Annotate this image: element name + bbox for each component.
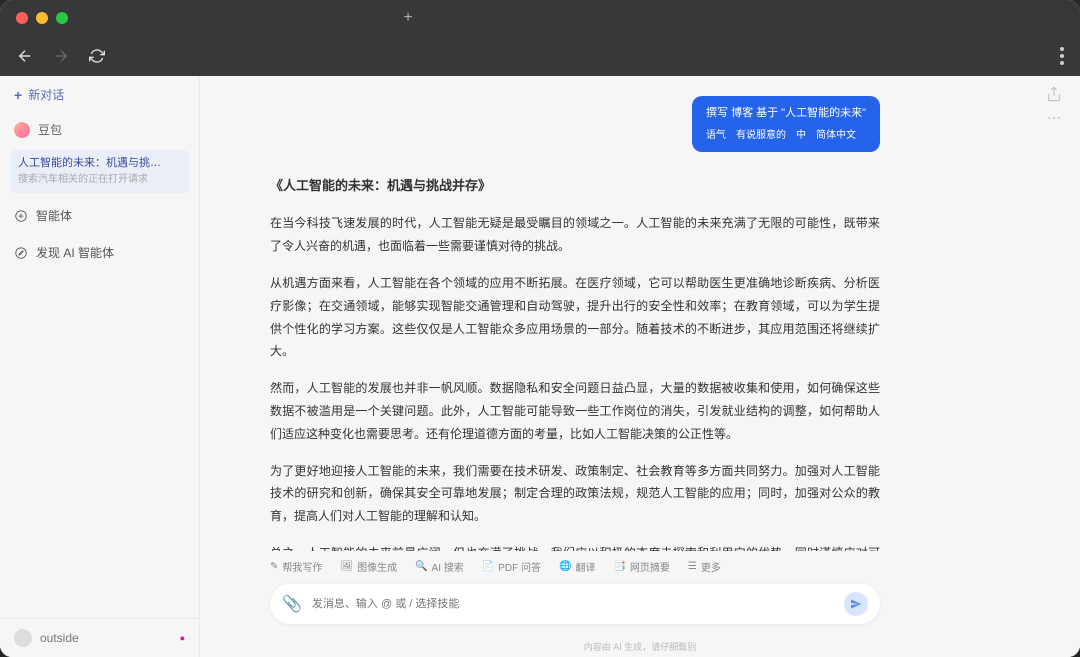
sidebar: +新对话 豆包 人工智能的未来：机遇与挑… 搜索汽车相关的正在打开请求 智能体 … bbox=[0, 76, 200, 657]
um-length: 中 bbox=[796, 127, 806, 144]
sidebar-item-discover[interactable]: 发现 AI 智能体 bbox=[0, 234, 199, 271]
article-para: 总之，人工智能的未来前景广阔，但也充满了挑战。我们应以积极的态度去探索和利用它的… bbox=[270, 542, 880, 551]
more-icon[interactable] bbox=[1046, 110, 1062, 126]
agents-label: 智能体 bbox=[36, 207, 72, 224]
tool-image[interactable]: 🖼 图像生成 bbox=[340, 559, 397, 574]
close-window[interactable] bbox=[16, 12, 28, 24]
sidebar-user[interactable]: outside ● bbox=[0, 618, 199, 657]
app-body: +新对话 豆包 人工智能的未来：机遇与挑… 搜索汽车相关的正在打开请求 智能体 … bbox=[0, 76, 1080, 657]
reload-icon[interactable] bbox=[88, 47, 106, 65]
tool-write[interactable]: ✎ 帮我写作 bbox=[270, 559, 322, 574]
discover-label: 发现 AI 智能体 bbox=[36, 244, 114, 261]
forward-icon[interactable] bbox=[52, 47, 70, 65]
plus-outline-icon bbox=[14, 209, 28, 223]
browser-navbar bbox=[0, 36, 1080, 76]
new-tab-button[interactable]: + bbox=[396, 6, 420, 30]
back-icon[interactable] bbox=[16, 47, 34, 65]
app-window: + + 新对话 豆包 人工智能的未来：机遇与挑… 搜索汽车相关的正在打开请求 智能… bbox=[0, 0, 1080, 657]
chat-content: 撰写 博客 基于 "人工智能的未来" 语气 有说服意的 中 简体中文 《人工智能… bbox=[200, 76, 1080, 551]
group-label: 豆包 bbox=[38, 121, 62, 138]
chat-item-active[interactable]: 人工智能的未来：机遇与挑… 搜索汽车相关的正在打开请求 bbox=[10, 150, 189, 193]
article-para: 从机遇方面来看，人工智能在各个领域的应用不断拓展。在医疗领域，它可以帮助医生更准… bbox=[270, 272, 880, 363]
article-para: 为了更好地迎接人工智能的未来，我们需要在技术研发、政策制定、社会教育等多方面共同… bbox=[270, 460, 880, 528]
top-actions bbox=[1046, 86, 1062, 126]
um-tone-value: 有说服意的 bbox=[736, 127, 786, 144]
tool-search[interactable]: 🔍 AI 搜索 bbox=[415, 559, 464, 574]
um-lang: 简体中文 bbox=[816, 127, 856, 144]
disclaimer: 内容由 AI 生成，请仔细甄别 bbox=[200, 640, 1080, 657]
share-icon[interactable] bbox=[1046, 86, 1062, 102]
message-input[interactable] bbox=[312, 598, 834, 610]
send-button[interactable] bbox=[844, 592, 868, 616]
tool-translate[interactable]: 🌐 翻译 bbox=[559, 559, 595, 574]
article-para: 然而，人工智能的发展也并非一帆风顺。数据隐私和安全问题日益凸显，大量的数据被收集… bbox=[270, 377, 880, 445]
tool-summary[interactable]: 📑 网页摘要 bbox=[613, 559, 669, 574]
article-title: 《人工智能的未来：机遇与挑战并存》 bbox=[270, 174, 880, 199]
sidebar-item-agents[interactable]: 智能体 bbox=[0, 197, 199, 234]
input-area: 📎 bbox=[200, 578, 1080, 640]
chat-title: 人工智能的未来：机遇与挑… bbox=[18, 156, 181, 171]
user-name: outside bbox=[40, 631, 79, 645]
compass-icon bbox=[14, 246, 28, 260]
message-input-box[interactable]: 📎 bbox=[270, 584, 880, 624]
article-para: 在当今科技飞速发展的时代，人工智能无疑是最受瞩目的领域之一。人工智能的未来充满了… bbox=[270, 212, 880, 258]
avatar bbox=[14, 122, 30, 138]
user-message: 撰写 博客 基于 "人工智能的未来" 语气 有说服意的 中 简体中文 bbox=[270, 96, 880, 152]
attach-icon[interactable]: 📎 bbox=[282, 594, 302, 614]
minimize-window[interactable] bbox=[36, 12, 48, 24]
user-avatar bbox=[14, 629, 32, 647]
titlebar: + bbox=[0, 0, 1080, 36]
um-tone-label: 语气 bbox=[706, 127, 726, 144]
new-chat-button[interactable]: + 新对话 bbox=[14, 86, 64, 103]
tool-pdf[interactable]: 📄 PDF 问答 bbox=[482, 559, 541, 574]
skill-toolbar: ✎ 帮我写作 🖼 图像生成 🔍 AI 搜索 📄 PDF 问答 🌐 翻译 📑 网页… bbox=[200, 551, 1080, 578]
tool-more[interactable]: ☰ 更多 bbox=[688, 559, 721, 574]
plus-icon: + bbox=[14, 87, 22, 103]
user-msg-line1: 撰写 博客 基于 "人工智能的未来" bbox=[706, 104, 866, 123]
browser-menu-icon[interactable] bbox=[1060, 47, 1064, 65]
sidebar-group[interactable]: 豆包 bbox=[0, 113, 199, 146]
maximize-window[interactable] bbox=[56, 12, 68, 24]
chat-subtitle: 搜索汽车相关的正在打开请求 bbox=[18, 173, 181, 187]
main-panel: 撰写 博客 基于 "人工智能的未来" 语气 有说服意的 中 简体中文 《人工智能… bbox=[200, 76, 1080, 657]
user-bubble: 撰写 博客 基于 "人工智能的未来" 语气 有说服意的 中 简体中文 bbox=[692, 96, 880, 152]
assistant-article: 《人工智能的未来：机遇与挑战并存》 在当今科技飞速发展的时代，人工智能无疑是最受… bbox=[270, 174, 880, 551]
notification-badge: ● bbox=[180, 633, 185, 643]
new-chat-label: 新对话 bbox=[28, 86, 64, 103]
